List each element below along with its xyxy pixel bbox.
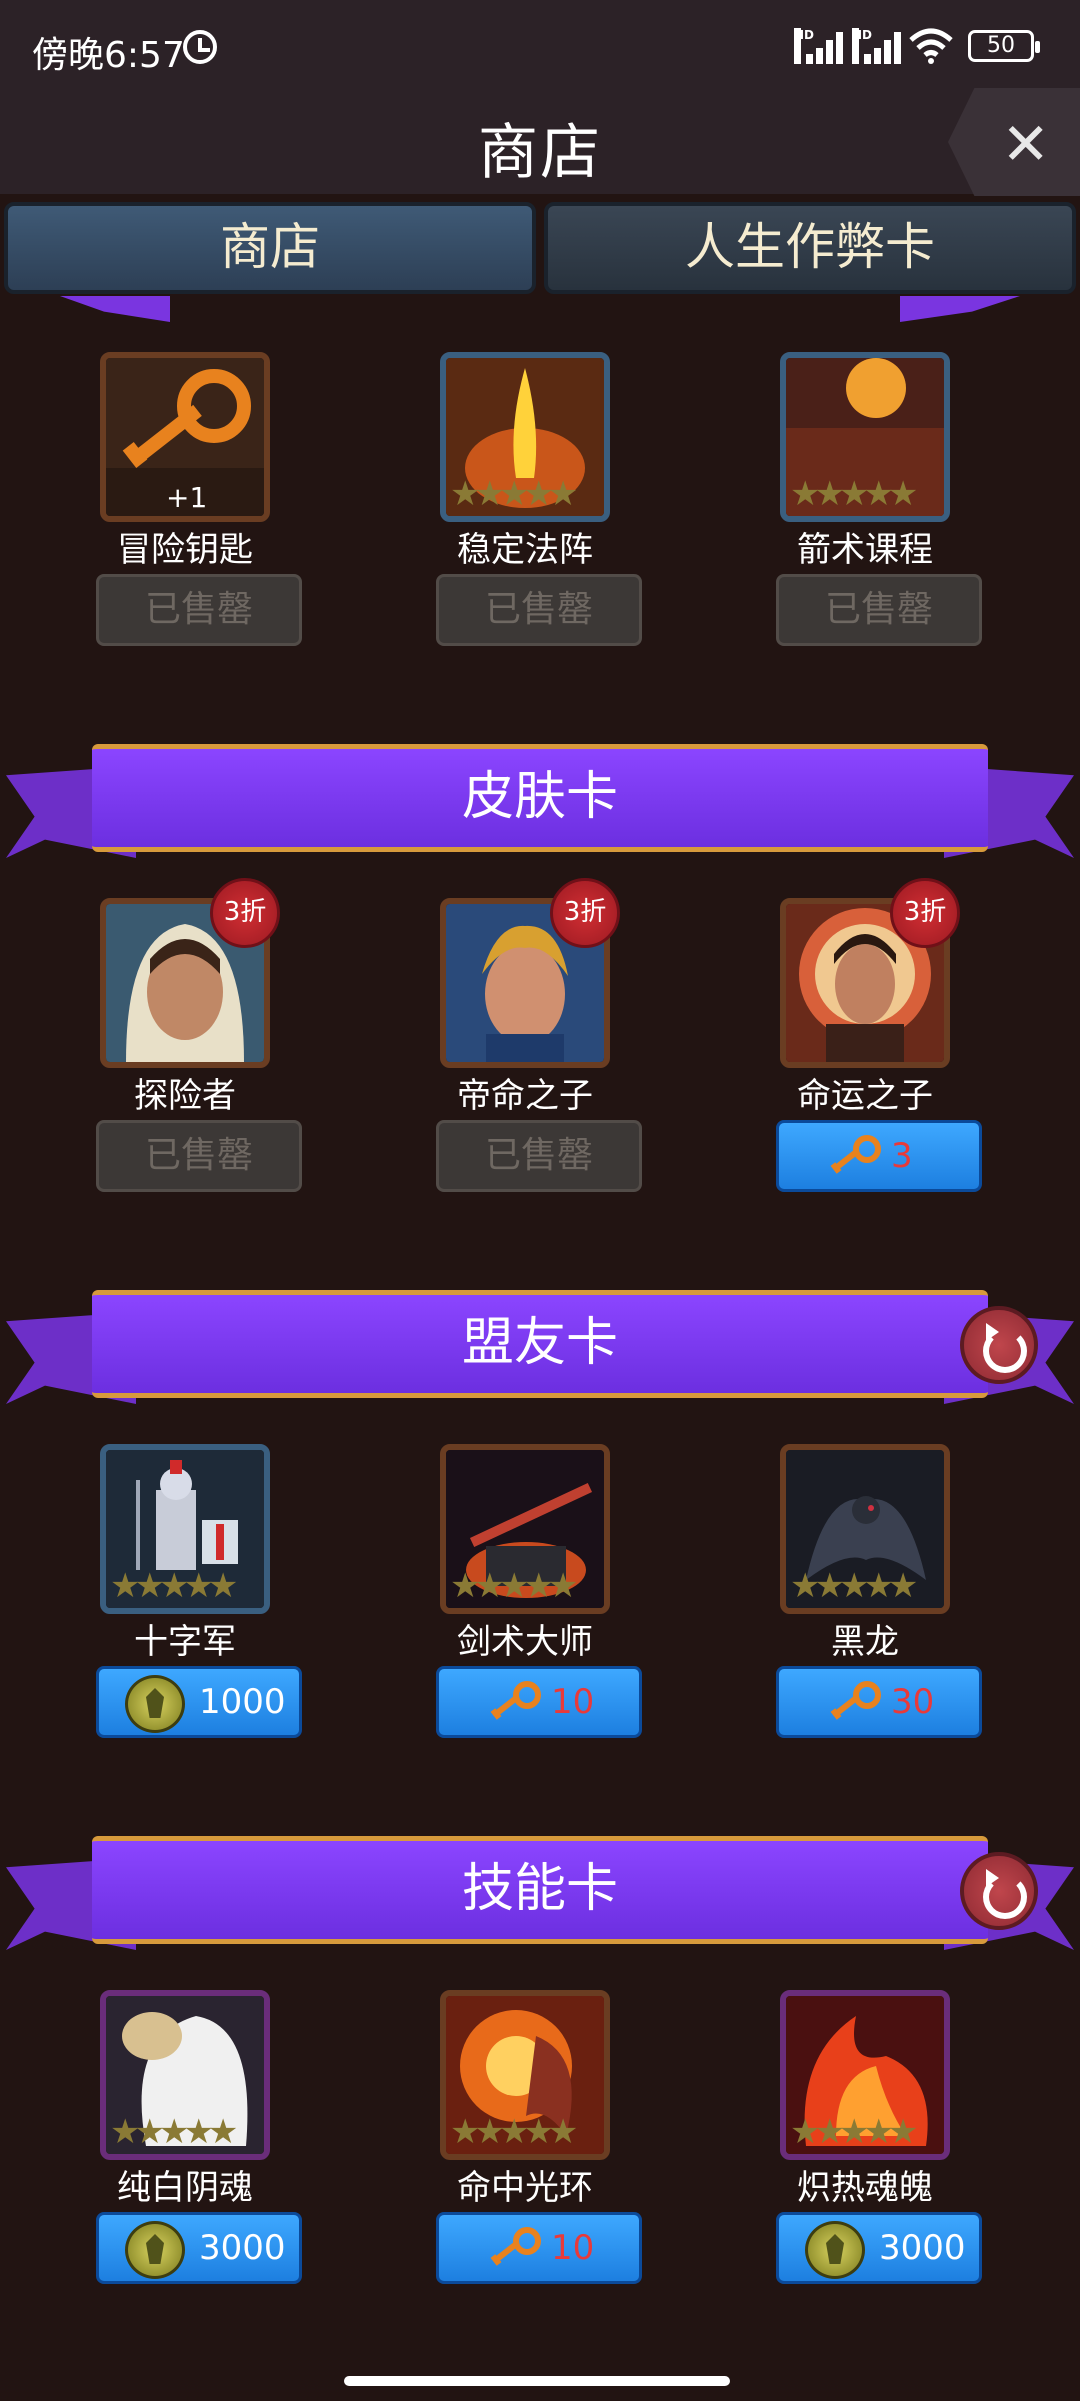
- skill-item-white-wraith[interactable]: ★★★★★ 纯白阴魂 3000: [60, 1990, 302, 2290]
- rating-stars: ★★★★★: [450, 1566, 578, 1606]
- wifi-icon: [909, 28, 953, 64]
- page-title: 商店: [478, 118, 602, 188]
- buy-button[interactable]: 10: [436, 2212, 642, 2284]
- coin-icon: [125, 2221, 185, 2279]
- key-icon: [830, 1681, 881, 1720]
- price-text: 10: [551, 1682, 595, 1722]
- sold-out-button: 已售罄: [776, 574, 982, 646]
- shop-item-stable-array[interactable]: ★★★★★ 稳定法阵 已售罄: [400, 352, 642, 652]
- item-card[interactable]: ★★★★★: [100, 1990, 270, 2160]
- sold-out-button: 已售罄: [436, 574, 642, 646]
- tab-shop[interactable]: 商店: [4, 202, 536, 294]
- item-name: 纯白阴魂: [117, 2168, 253, 2208]
- item-name: 箭术课程: [797, 530, 933, 570]
- item-name: 稳定法阵: [457, 530, 593, 570]
- item-name: 命运之子: [797, 1076, 933, 1116]
- key-icon: [490, 2227, 541, 2266]
- buy-button[interactable]: 3: [776, 1120, 982, 1192]
- skin-item-destiny-son[interactable]: 3折 命运之子 3: [740, 878, 982, 1198]
- discount-badge: 3折: [210, 878, 280, 948]
- battery-icon: 50: [968, 30, 1040, 62]
- price-text: 3000: [879, 2228, 966, 2268]
- item-name: 黑龙: [831, 1622, 899, 1662]
- item-card[interactable]: ★★★★★: [440, 1444, 610, 1614]
- rating-stars: ★★★★★: [110, 1566, 238, 1606]
- ally-item-crusader[interactable]: ★★★★★ 十字军 1000: [60, 1444, 302, 1744]
- signal-icon-2: HD: [852, 28, 902, 64]
- refresh-button[interactable]: [960, 1852, 1038, 1930]
- discount-badge: 3折: [890, 878, 960, 948]
- section-title: 皮肤卡: [92, 744, 988, 852]
- item-name: 命中光环: [457, 2168, 593, 2208]
- key-icon: [490, 1681, 541, 1720]
- ally-item-sword-master[interactable]: ★★★★★ 剑术大师 10: [400, 1444, 642, 1744]
- item-card[interactable]: ★★★★★: [780, 1444, 950, 1614]
- tab-bar: 商店 人生作弊卡: [0, 198, 1080, 298]
- section-title: 盟友卡: [92, 1290, 988, 1398]
- section-header-ally: 盟友卡: [0, 1290, 1080, 1420]
- item-name: 探险者: [134, 1076, 236, 1116]
- item-card[interactable]: ★★★★★: [440, 352, 610, 522]
- buy-button[interactable]: 1000: [96, 1666, 302, 1738]
- close-icon[interactable]: ✕: [1001, 110, 1050, 178]
- alarm-icon: [183, 30, 217, 64]
- section-header-skill: 技能卡: [0, 1836, 1080, 1966]
- item-card[interactable]: ★★★★★: [780, 1990, 950, 2160]
- buy-button[interactable]: 3000: [776, 2212, 982, 2284]
- section-title: 技能卡: [92, 1836, 988, 1944]
- item-name: 冒险钥匙: [117, 530, 253, 570]
- skin-item-explorer[interactable]: 3折 探险者 已售罄: [60, 878, 302, 1198]
- buy-button[interactable]: 10: [436, 1666, 642, 1738]
- price-text: 3: [891, 1136, 913, 1176]
- signal-icon: HD: [794, 28, 844, 64]
- key-icon: [830, 1135, 881, 1174]
- header: 商店 ✕: [0, 88, 1080, 196]
- coin-icon: [125, 1675, 185, 1733]
- status-time: 傍晚6:57: [32, 35, 185, 76]
- item-name: 帝命之子: [457, 1076, 593, 1116]
- rating-stars: ★★★★★: [790, 474, 918, 514]
- skill-item-hit-aura[interactable]: ★★★★★ 命中光环 10: [400, 1990, 642, 2290]
- close-button[interactable]: ✕: [948, 88, 1080, 196]
- item-card[interactable]: ★★★★★: [440, 1990, 610, 2160]
- skill-item-blazing-soul[interactable]: ★★★★★ 炽热魂魄 3000: [740, 1990, 982, 2290]
- price-text: 1000: [199, 1682, 286, 1722]
- tab-cheat-cards[interactable]: 人生作弊卡: [544, 202, 1076, 294]
- price-text: 3000: [199, 2228, 286, 2268]
- sold-out-button: 已售罄: [96, 574, 302, 646]
- ally-item-black-dragon[interactable]: ★★★★★ 黑龙 30: [740, 1444, 982, 1744]
- coin-icon: [805, 2221, 865, 2279]
- quantity-badge: +1: [166, 481, 208, 514]
- item-card[interactable]: ★★★★★: [100, 1444, 270, 1614]
- home-indicator[interactable]: [344, 2376, 730, 2386]
- sold-out-button: 已售罄: [96, 1120, 302, 1192]
- ribbon-edge: [60, 296, 1020, 326]
- price-text: 30: [891, 1682, 935, 1722]
- status-bar: 傍晚6:57 HD HD 50: [0, 0, 1080, 90]
- item-name: 十字军: [134, 1622, 236, 1662]
- item-card[interactable]: ★★★★★: [780, 352, 950, 522]
- rating-stars: ★★★★★: [790, 1566, 918, 1606]
- section-header-skin: 皮肤卡: [0, 744, 1080, 874]
- price-text: 10: [551, 2228, 595, 2268]
- shop-item-archery-course[interactable]: ★★★★★ 箭术课程 已售罄: [740, 352, 982, 652]
- refresh-button[interactable]: [960, 1306, 1038, 1384]
- item-card[interactable]: +1: [100, 352, 270, 522]
- rating-stars: ★★★★★: [450, 474, 578, 514]
- shop-item-adventure-key[interactable]: +1 冒险钥匙 已售罄: [60, 352, 302, 652]
- item-name: 剑术大师: [457, 1622, 593, 1662]
- rating-stars: ★★★★★: [450, 2112, 578, 2152]
- buy-button[interactable]: 30: [776, 1666, 982, 1738]
- skin-item-emperor-son[interactable]: 3折 帝命之子 已售罄: [400, 878, 642, 1198]
- sold-out-button: 已售罄: [436, 1120, 642, 1192]
- buy-button[interactable]: 3000: [96, 2212, 302, 2284]
- item-name: 炽热魂魄: [797, 2168, 933, 2208]
- rating-stars: ★★★★★: [790, 2112, 918, 2152]
- discount-badge: 3折: [550, 878, 620, 948]
- rating-stars: ★★★★★: [110, 2112, 238, 2152]
